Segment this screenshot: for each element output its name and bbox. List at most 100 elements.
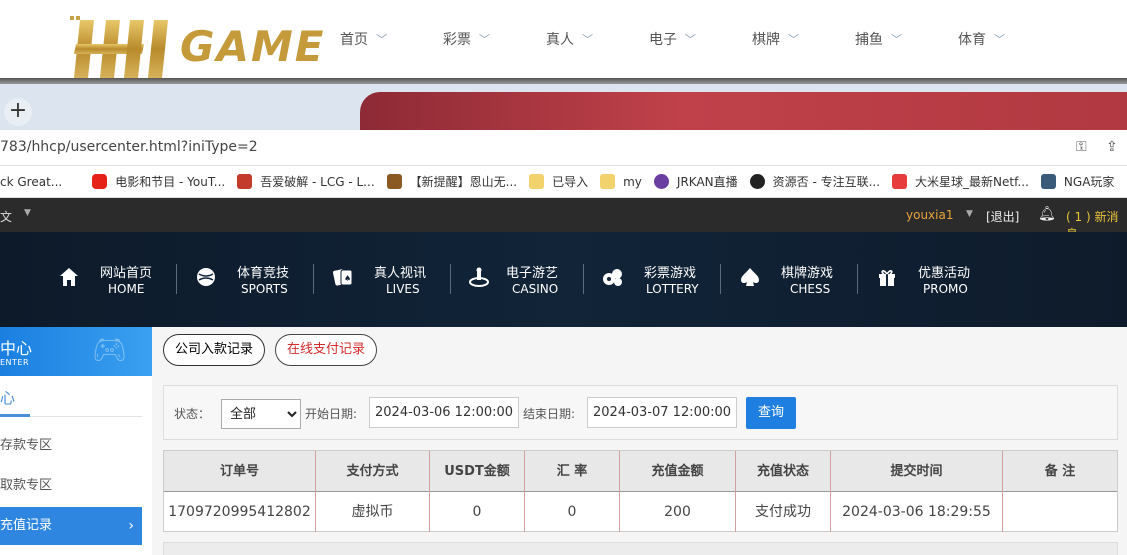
username-link[interactable]: youxia1 [906, 208, 953, 222]
nav-promo[interactable]: 优惠活动 PROMO [876, 260, 986, 300]
nav-separator [176, 264, 177, 294]
bookmark-item[interactable]: 资源否 - 专注互联... [749, 173, 880, 190]
chevron-down-icon: ﹀ [891, 33, 902, 46]
column-header: 充值金额 [620, 451, 736, 492]
chevron-down-icon: ﹀ [994, 33, 1005, 46]
column-header: 订单号 [164, 451, 316, 492]
bookmark-item[interactable]: NGA玩家 [1040, 173, 1114, 190]
slot-icon [469, 267, 489, 287]
language-selector[interactable]: 文 [0, 208, 12, 225]
recharge-status-cell: 支付成功 [736, 492, 831, 532]
column-header: USDT金额 [430, 451, 525, 492]
url-input[interactable]: 783/hhcp/usercenter.html?iniType=2 [0, 139, 258, 155]
site-logo[interactable]: GAME [30, 6, 323, 78]
topnav-sports[interactable]: 体育 ﹀ [958, 0, 1061, 78]
tab-banner [360, 92, 1127, 130]
submit-time-cell: 2024-03-06 18:29:55 [831, 492, 1003, 532]
top-nav: 首页 ﹀ 彩票 ﹀ 真人 ﹀ 电子 ﹀ 棋牌 ﹀ 捕鱼 ﹀ 体育 ﹀ [340, 0, 1061, 78]
status-select[interactable]: 全部 [221, 399, 301, 429]
bookmark-item[interactable]: my [600, 174, 642, 189]
spade-icon [741, 268, 759, 286]
main-content: 公司入款记录 在线支付记录 状态： 全部 开始日期: 2024-03-06 12… [152, 327, 1127, 555]
nav-separator [720, 264, 721, 294]
home-icon [60, 268, 78, 286]
bookmark-item[interactable]: ck Great... [0, 175, 62, 189]
chevron-right-icon: › [128, 518, 134, 534]
column-header: 提交时间 [831, 451, 1003, 492]
bookmark-item[interactable]: JRKAN直播 [653, 173, 738, 190]
share-icon[interactable]: ⇪ [1106, 139, 1118, 155]
nav-separator [857, 264, 858, 294]
start-date-label: 开始日期: [305, 407, 358, 421]
folder-icon [529, 174, 545, 189]
bookmark-item[interactable]: 吾爱破解 - LCG - L... [237, 173, 375, 190]
user-center-sidebar: 中心 ENTER 🎮︎ 心 存款专区 取款专区 充值记录 › [0, 327, 152, 555]
recharge-amount-cell: 200 [620, 492, 736, 532]
youtube-icon [92, 174, 108, 189]
user-bar: 文 ▼ youxia1 ▼ [退出] 🔔︎ ( 1 ) 新消息 [0, 198, 1127, 241]
topnav-home[interactable]: 首页 ﹀ [340, 0, 443, 78]
query-button[interactable]: 查询 [746, 397, 796, 429]
chevron-down-icon: ﹀ [582, 33, 593, 46]
tab-online-payment-records[interactable]: 在线支付记录 [275, 334, 377, 366]
topnav-electronic[interactable]: 电子 ﹀ [649, 0, 752, 78]
topnav-fishing[interactable]: 捕鱼 ﹀ [855, 0, 958, 78]
topnav-chess[interactable]: 棋牌 ﹀ [752, 0, 855, 78]
browser-tabstrip: + [0, 84, 1127, 130]
gamepad-icon: 🎮︎ [92, 333, 128, 366]
site-favicon-icon [1040, 174, 1056, 189]
tab-company-deposit-records[interactable]: 公司入款记录 [163, 334, 265, 366]
nav-lottery[interactable]: 彩票游戏 LOTTERY [602, 260, 712, 300]
gift-icon [879, 270, 895, 286]
nav-casino[interactable]: 电子游艺 CASINO [468, 260, 578, 300]
lottery-balls-icon [603, 269, 622, 286]
order-number-cell: 1709720995412802 [164, 492, 316, 532]
sidebar-item-withdraw[interactable]: 取款专区 [0, 467, 142, 505]
nav-home[interactable]: 网站首页 HOME [58, 260, 168, 300]
records-table: 订单号 支付方式 USDT金额 汇 率 充值金额 充值状态 提交时间 备 注 1… [163, 450, 1118, 532]
bookmark-item[interactable]: 已导入 [529, 173, 588, 190]
start-date-input[interactable]: 2024-03-06 12:00:00 [369, 397, 519, 428]
exchange-rate-cell: 0 [525, 492, 620, 532]
key-icon[interactable]: ⚿ [1076, 139, 1087, 155]
topnav-live[interactable]: 真人 ﹀ [546, 0, 649, 78]
sidebar-item-recharge-records[interactable]: 充值记录 › [0, 507, 142, 545]
topnav-lottery[interactable]: 彩票 ﹀ [443, 0, 546, 78]
main-nav: 网站首页 HOME 体育竞技 SPORTS ♠ 真人视讯 LIVES 电子游艺 … [0, 232, 1127, 327]
end-date-input[interactable]: 2024-03-07 12:00:00 [587, 397, 737, 428]
site-favicon-icon [237, 174, 253, 189]
column-header: 支付方式 [316, 451, 430, 492]
cards-icon: ♠ [333, 269, 353, 286]
nav-sports[interactable]: 体育竞技 SPORTS [195, 260, 305, 300]
section-underline [0, 414, 30, 417]
remark-cell [1003, 492, 1117, 532]
sidebar-header: 中心 ENTER 🎮︎ [0, 327, 152, 376]
site-favicon-icon [892, 174, 908, 189]
nav-separator [313, 264, 314, 294]
logo-text: GAME [180, 22, 326, 71]
chevron-down-icon: ﹀ [376, 33, 387, 46]
new-tab-button[interactable]: + [4, 98, 32, 126]
bookmarks-bar: ck Great... 电影和节目 - YouT... 吾爱破解 - LCG -… [0, 166, 1127, 198]
end-date-label: 结束日期: [523, 407, 576, 421]
site-favicon-icon [653, 174, 669, 189]
ball-icon [197, 268, 215, 286]
bookmark-item[interactable]: 电影和节目 - YouT... [92, 173, 225, 190]
nav-chess[interactable]: 棋牌游戏 CHESS [739, 260, 849, 300]
column-header: 备 注 [1044, 464, 1076, 479]
chevron-down-icon: ﹀ [788, 33, 799, 46]
bookmark-item[interactable]: 大米星球_最新Netf... [892, 173, 1029, 190]
status-label: 状态： [174, 407, 211, 421]
chevron-down-icon: ﹀ [685, 33, 696, 46]
bell-icon[interactable]: 🔔︎ [1038, 206, 1056, 222]
pagination-area [163, 542, 1118, 555]
site-favicon-icon [749, 174, 765, 189]
logout-link[interactable]: [退出] [986, 208, 1019, 225]
browser-urlbar: 783/hhcp/usercenter.html?iniType=2 ⚿ ⇪ [0, 130, 1127, 166]
sidebar-item-deposit[interactable]: 存款专区 [0, 427, 142, 465]
caret-down-icon: ▼ [24, 208, 31, 218]
nav-lives[interactable]: ♠ 真人视讯 LIVES [332, 260, 442, 300]
bookmark-item[interactable]: 【新提醒】恩山无... [386, 173, 517, 190]
svg-text:♠: ♠ [344, 274, 351, 283]
site-header: GAME 首页 ﹀ 彩票 ﹀ 真人 ﹀ 电子 ﹀ 棋牌 ﹀ 捕鱼 ﹀ 体育 ﹀ [0, 0, 1127, 78]
